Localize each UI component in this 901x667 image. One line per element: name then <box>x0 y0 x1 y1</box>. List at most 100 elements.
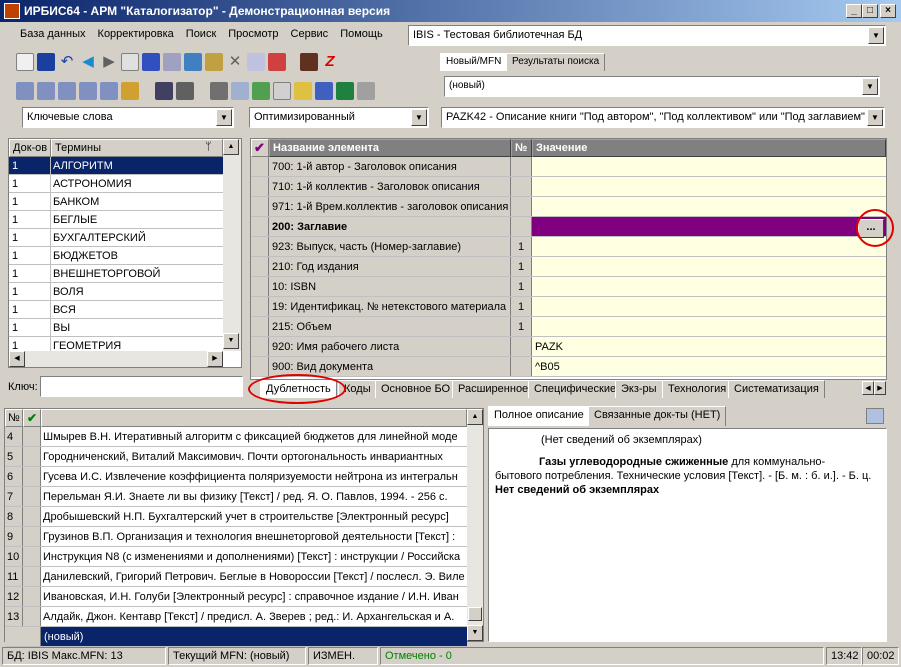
editor-col-name[interactable]: Название элемента <box>269 139 511 157</box>
copy-icon[interactable] <box>121 53 139 71</box>
scroll-right-icon[interactable]: ▶ <box>207 351 223 367</box>
menu-database[interactable]: База данных <box>14 25 92 45</box>
search-type-select[interactable]: Ключевые слова ▼ <box>22 107 234 128</box>
scroll-left-icon[interactable]: ◀ <box>9 351 25 367</box>
undo-icon[interactable]: ↶ <box>58 53 76 71</box>
result-row[interactable]: 11 Данилевский, Григорий Петрович. Беглые… <box>5 567 467 587</box>
search-list-icon[interactable] <box>37 82 55 100</box>
result-checkbox[interactable] <box>23 487 41 506</box>
dict-row[interactable]: 1 БУХГАЛТЕРСКИЙ <box>9 229 223 247</box>
tab-linked-docs[interactable]: Связанные док-ты (НЕТ) <box>588 406 727 426</box>
result-checkbox[interactable] <box>23 547 41 566</box>
element-value[interactable] <box>532 257 886 276</box>
menu-service[interactable]: Сервис <box>285 25 335 45</box>
row-check-cell[interactable] <box>251 357 269 376</box>
results-check-icon[interactable]: ✔ <box>23 409 41 427</box>
result-checkbox[interactable] <box>23 427 41 446</box>
element-value[interactable] <box>532 157 886 176</box>
chevron-down-icon[interactable]: ▼ <box>862 78 878 95</box>
tab-extended[interactable]: Расширенное <box>452 380 535 398</box>
edit-icon[interactable] <box>205 53 223 71</box>
mfn-select[interactable]: (новый) ▼ <box>444 76 880 97</box>
key-input[interactable] <box>40 376 243 397</box>
results-col-num[interactable]: № <box>5 409 23 427</box>
editor-row[interactable]: 10: ISBN 1 <box>251 277 886 297</box>
settings-icon[interactable] <box>357 82 375 100</box>
menu-search[interactable]: Поиск <box>180 25 222 45</box>
search-check-icon[interactable] <box>58 82 76 100</box>
folder-icon[interactable] <box>294 82 312 100</box>
element-value[interactable] <box>532 217 886 236</box>
dict-row[interactable]: 1 БЮДЖЕТОВ <box>9 247 223 265</box>
excel-icon[interactable] <box>336 82 354 100</box>
dict-row[interactable]: 1 АСТРОНОМИЯ <box>9 175 223 193</box>
paste-icon[interactable] <box>163 53 181 71</box>
print-preview-icon[interactable] <box>231 82 249 100</box>
results-scrollbar[interactable]: ▲ ▼ <box>467 409 483 641</box>
result-row[interactable]: 7 Перельман Я.И. Знаете ли вы физику [Тек… <box>5 487 467 507</box>
result-row[interactable]: 10 Инструкция N8 (с изменениями и дополне… <box>5 547 467 567</box>
mode-select[interactable]: Оптимизированный ▼ <box>249 107 429 128</box>
export-icon[interactable] <box>268 53 286 71</box>
dict-scrollbar[interactable]: ▲ ▼ <box>223 139 241 351</box>
output-icon[interactable] <box>252 82 270 100</box>
result-checkbox[interactable] <box>23 467 41 486</box>
view-icon[interactable] <box>155 82 173 100</box>
row-check-cell[interactable] <box>251 337 269 356</box>
element-value[interactable] <box>532 237 886 256</box>
editor-row[interactable]: 710: 1-й коллектив - Заголовок описания <box>251 177 886 197</box>
dict-row[interactable]: 1 БАНКОМ <box>9 193 223 211</box>
element-value[interactable]: ^B05 <box>532 357 886 376</box>
close-button[interactable]: × <box>880 4 896 18</box>
row-check-cell[interactable] <box>251 217 269 236</box>
chart-icon[interactable] <box>315 82 333 100</box>
arrow-left-icon[interactable]: ◀ <box>79 53 97 71</box>
dict-row[interactable]: 1 ВСЯ <box>9 301 223 319</box>
editor-row[interactable]: 971: 1-й Врем.коллектив - заголовок опис… <box>251 197 886 217</box>
layers-icon[interactable] <box>176 82 194 100</box>
tab-main-bo[interactable]: Основное БО <box>375 380 457 398</box>
print-description-icon[interactable] <box>866 408 884 424</box>
minimize-button[interactable]: _ <box>846 4 862 18</box>
result-row-new[interactable]: (новый) <box>5 627 467 647</box>
result-checkbox[interactable] <box>23 567 41 586</box>
dict-row[interactable]: 1 БЕГЛЫЕ <box>9 211 223 229</box>
hand-icon[interactable] <box>121 82 139 100</box>
result-row[interactable]: 12 Ивановская, И.Н. Голуби [Электронный р… <box>5 587 467 607</box>
document-icon[interactable] <box>273 82 291 100</box>
scroll-thumb[interactable] <box>468 607 482 621</box>
delete-icon[interactable]: ✕ <box>226 53 244 71</box>
row-check-cell[interactable] <box>251 237 269 256</box>
tab-technology[interactable]: Технология <box>662 380 733 398</box>
menu-edit[interactable]: Корректировка <box>92 25 180 45</box>
scroll-down-icon[interactable]: ▼ <box>223 333 239 349</box>
grid-icon[interactable] <box>142 53 160 71</box>
row-check-cell[interactable] <box>251 177 269 196</box>
tab-new-mfn[interactable]: Новый/MFN <box>440 53 508 71</box>
print-icon[interactable] <box>210 82 228 100</box>
save-icon[interactable] <box>37 53 55 71</box>
editor-row[interactable]: 900: Вид документа ^B05 <box>251 357 886 377</box>
result-row[interactable]: 13 Алдайк, Джон. Кентавр [Текст] / предис… <box>5 607 467 627</box>
dict-row[interactable]: 1 ВНЕШНЕТОРГОВОЙ <box>9 265 223 283</box>
editor-row[interactable]: 210: Год издания 1 <box>251 257 886 277</box>
chevron-down-icon[interactable]: ▼ <box>867 109 883 126</box>
row-check-cell[interactable] <box>251 317 269 336</box>
dict-col-count[interactable]: Док-ов <box>9 139 51 157</box>
editor-row[interactable]: 923: Выпуск, часть (Номер-заглавие) 1 <box>251 237 886 257</box>
row-check-cell[interactable] <box>251 297 269 316</box>
results-col-text[interactable] <box>41 409 467 427</box>
editor-col-num[interactable]: № <box>511 139 532 157</box>
chevron-down-icon[interactable]: ▼ <box>868 27 884 44</box>
tab-full-description[interactable]: Полное описание <box>488 406 590 426</box>
scroll-down-icon[interactable]: ▼ <box>467 625 483 641</box>
result-row[interactable]: 5 Городниченский, Виталий Максимович. Поч… <box>5 447 467 467</box>
result-checkbox[interactable] <box>23 607 41 626</box>
tree-icon[interactable] <box>184 53 202 71</box>
row-check-cell[interactable] <box>251 197 269 216</box>
pin-icon[interactable]: ᛘ <box>205 141 212 153</box>
result-row[interactable]: 4 Шмырев В.Н. Итеративный алгоритм с фикс… <box>5 427 467 447</box>
search-filter-icon[interactable] <box>79 82 97 100</box>
tab-copies[interactable]: Экз-ры <box>615 380 663 398</box>
element-value[interactable] <box>532 297 886 316</box>
